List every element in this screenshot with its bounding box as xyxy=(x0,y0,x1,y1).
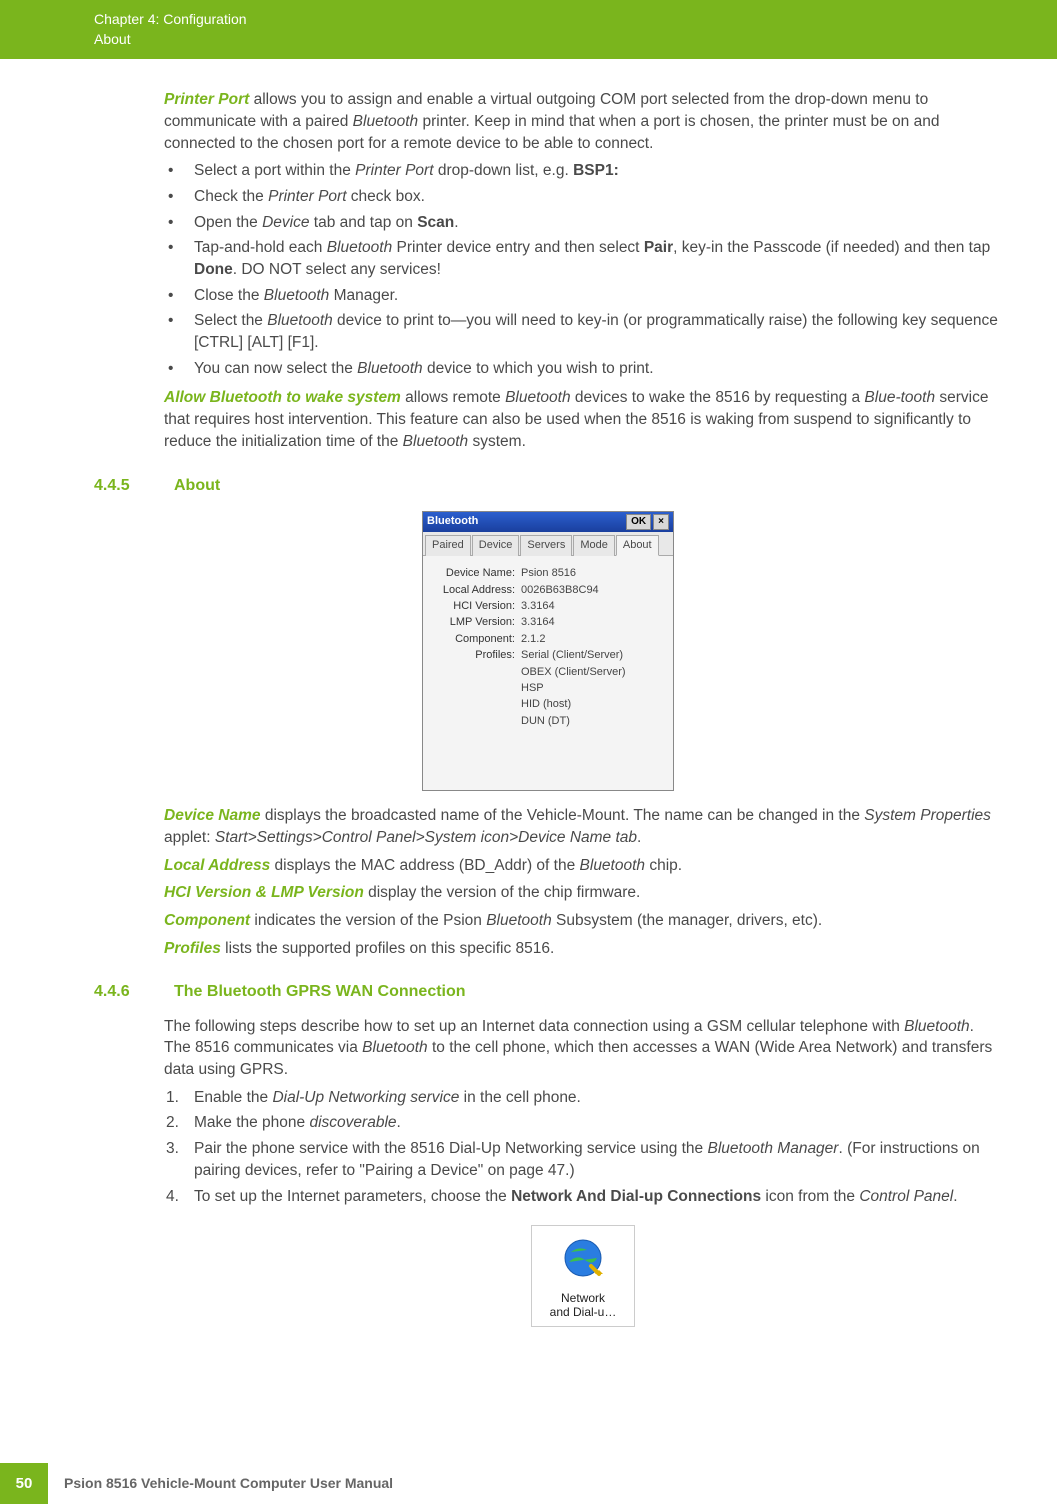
device-name-desc: Device Name displays the broadcasted nam… xyxy=(164,805,1002,848)
allow-bluetooth-para: Allow Bluetooth to wake system allows re… xyxy=(164,387,1002,452)
component-label: Component: xyxy=(431,632,521,647)
profiles-desc: Profiles lists the supported profiles on… xyxy=(164,938,1002,960)
list-item: Enable the Dial-Up Networking service in… xyxy=(164,1087,1002,1109)
list-item: Pair the phone service with the 8516 Dia… xyxy=(164,1138,1002,1181)
page-content: Printer Port allows you to assign and en… xyxy=(0,59,1057,1326)
lmp-version-value: 3.3164 xyxy=(521,615,555,630)
list-item: Select the Bluetooth device to print to—… xyxy=(164,310,1002,353)
tab-paired[interactable]: Paired xyxy=(425,535,471,556)
network-dialup-icon[interactable]: Network and Dial-u… xyxy=(531,1225,636,1326)
tab-bar: Paired Device Servers Mode About xyxy=(423,532,673,556)
local-address-desc: Local Address displays the MAC address (… xyxy=(164,855,1002,877)
window-titlebar: Bluetooth OK × xyxy=(423,512,673,532)
version-desc: HCI Version & LMP Version display the ve… xyxy=(164,882,1002,904)
lmp-version-label: LMP Version: xyxy=(431,615,521,630)
manual-title: Psion 8516 Vehicle-Mount Computer User M… xyxy=(48,1474,393,1494)
printer-port-intro: Printer Port allows you to assign and en… xyxy=(164,89,1002,154)
list-item: Select a port within the Printer Port dr… xyxy=(164,160,1002,182)
close-button[interactable]: × xyxy=(653,514,669,530)
list-item: Check the Printer Port check box. xyxy=(164,186,1002,208)
page-number: 50 xyxy=(0,1463,48,1504)
local-address-label: Local Address: xyxy=(431,583,521,598)
profiles-value: HSP xyxy=(521,681,544,696)
device-name-label: Device Name: xyxy=(431,566,521,581)
page-footer: 50 Psion 8516 Vehicle-Mount Computer Use… xyxy=(0,1463,1057,1504)
section-label: About xyxy=(94,30,1057,50)
profiles-value: OBEX (Client/Server) xyxy=(521,665,626,680)
profiles-value: DUN (DT) xyxy=(521,714,570,729)
profiles-label: Profiles: xyxy=(431,648,521,663)
hci-version-value: 3.3164 xyxy=(521,599,555,614)
hci-version-label: HCI Version: xyxy=(431,599,521,614)
icon-label-line2: and Dial-u… xyxy=(550,1305,617,1319)
tab-device[interactable]: Device xyxy=(472,535,520,556)
profiles-value: Serial (Client/Server) xyxy=(521,648,623,663)
profiles-value: HID (host) xyxy=(521,697,571,712)
gprs-steps: Enable the Dial-Up Networking service in… xyxy=(164,1087,1002,1207)
device-name-value: Psion 8516 xyxy=(521,566,576,581)
list-item: Make the phone discoverable. xyxy=(164,1112,1002,1134)
ok-button[interactable]: OK xyxy=(626,514,651,530)
section-heading-gprs: 4.4.6 The Bluetooth GPRS WAN Connection xyxy=(94,981,1002,1003)
component-value: 2.1.2 xyxy=(521,632,545,647)
tab-mode[interactable]: Mode xyxy=(573,535,615,556)
chapter-header: Chapter 4: Configuration About xyxy=(0,0,1057,59)
list-item: Tap-and-hold each Bluetooth Printer devi… xyxy=(164,237,1002,280)
tab-servers[interactable]: Servers xyxy=(520,535,572,556)
local-address-value: 0026B63B8C94 xyxy=(521,583,599,598)
window-title: Bluetooth xyxy=(427,514,478,529)
globe-icon xyxy=(561,1236,605,1280)
gprs-intro: The following steps describe how to set … xyxy=(164,1016,1002,1081)
list-item: To set up the Internet parameters, choos… xyxy=(164,1186,1002,1208)
tab-about[interactable]: About xyxy=(616,535,659,556)
chapter-label: Chapter 4: Configuration xyxy=(94,10,1057,30)
section-heading-about: 4.4.5 About xyxy=(94,475,1002,497)
about-tab-body: Device Name:Psion 8516 Local Address:002… xyxy=(423,556,673,790)
printer-port-steps: Select a port within the Printer Port dr… xyxy=(164,160,1002,379)
bluetooth-about-window: Bluetooth OK × Paired Device Servers Mod… xyxy=(422,511,674,791)
list-item: Close the Bluetooth Manager. xyxy=(164,285,1002,307)
component-desc: Component indicates the version of the P… xyxy=(164,910,1002,932)
icon-label-line1: Network xyxy=(550,1291,617,1305)
list-item: You can now select the Bluetooth device … xyxy=(164,358,1002,380)
list-item: Open the Device tab and tap on Scan. xyxy=(164,212,1002,234)
